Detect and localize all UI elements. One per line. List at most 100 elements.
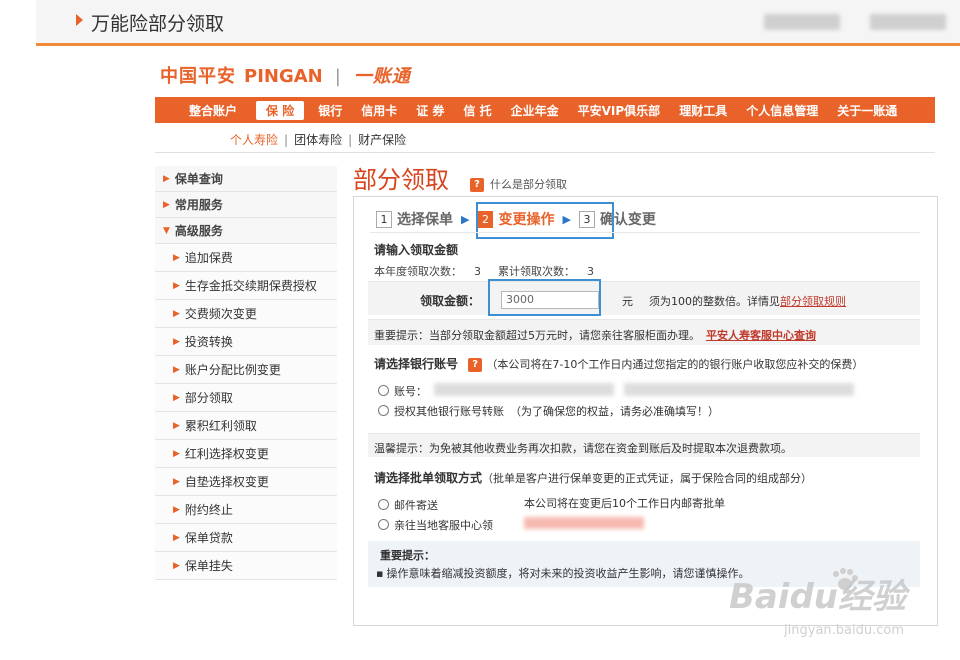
nav-item[interactable]: 企业年金 xyxy=(511,102,559,119)
sidebar-item-label: 生存金抵交续期保费授权 xyxy=(184,279,317,293)
warm-tip: 温馨提示：为免被其他收费业务再次扣款，请您在资金到账后及时提取本次退费款项。 xyxy=(374,442,792,455)
amount-section-title: 请输入领取金额 xyxy=(374,243,459,257)
nav-item[interactable]: 信用卡 xyxy=(361,102,397,119)
caret-right-icon: ▶ xyxy=(173,476,180,487)
caret-right-icon: ▶ xyxy=(173,504,180,515)
sidebar-item-label: 保单查询 xyxy=(174,172,223,186)
caret-right-icon: ▶ xyxy=(173,336,180,347)
final-notice-text: ▪ 操作意味着缩减投资额度，将对未来的投资收益产生影响，请您谨慎操作。 xyxy=(376,567,750,580)
amount-unit: 元须为100的整数倍。详情见部分领取规则 xyxy=(622,295,846,308)
sidebar-item[interactable]: ▶ 追加保费 xyxy=(155,244,337,272)
radio-local-option[interactable]: 亲往当地客服中心领 xyxy=(378,517,493,533)
caret-right-icon: ▶ xyxy=(163,199,170,210)
caret-right-icon: ▶ xyxy=(173,560,180,571)
sidebar-item[interactable]: ▶ 自垫选择权变更 xyxy=(155,468,337,496)
arrow-right-icon: ▶ xyxy=(461,212,470,226)
sidebar-item-label: 高级服务 xyxy=(174,224,223,238)
nav-item[interactable]: 平安VIP俱乐部 xyxy=(578,102,661,119)
caret-down-icon: ▼ xyxy=(163,225,170,236)
radio-other[interactable] xyxy=(378,405,389,416)
nav-item[interactable]: 理财工具 xyxy=(679,102,727,119)
sidebar-item-label: 账户分配比例变更 xyxy=(184,363,281,377)
nav-item[interactable]: 证 券 xyxy=(416,102,444,119)
caret-right-icon: ▶ xyxy=(173,308,180,319)
sub-nav: 个人寿险 | 团体寿险 | 财产保险 xyxy=(230,133,407,147)
form-panel: 1 选择保单 ▶ 2 变更操作 ▶ 3 确认变更 请输入领取金额 本年度领取次数… xyxy=(353,196,938,626)
page-title: 部分领取 xyxy=(353,166,449,194)
subnav-group[interactable]: 团体寿险 xyxy=(294,133,342,147)
sidebar-item-label: 保单挂失 xyxy=(184,559,233,573)
triangle-icon xyxy=(76,14,83,26)
final-notice-title: 重要提示： xyxy=(380,549,435,562)
bank-section-title: 请选择银行账号 ? （本公司将在7-10个工作日内通过您指定的的银行账户收取您应… xyxy=(374,357,864,372)
caret-right-icon: ▶ xyxy=(173,420,180,431)
sidebar-item[interactable]: ▶ 红利选择权变更 xyxy=(155,440,337,468)
nav-item[interactable]: 整合账户 xyxy=(189,102,237,119)
nav-item[interactable]: 保 险 xyxy=(256,100,305,120)
nav-item[interactable]: 关于一账通 xyxy=(837,102,897,119)
sidebar-item-label: 累积红利领取 xyxy=(184,419,257,433)
amount-highlight-box xyxy=(488,279,601,316)
watermark-logo: Baidu经验 xyxy=(728,577,906,617)
page-header-title: 万能险部分领取 xyxy=(91,13,225,35)
subnav-individual[interactable]: 个人寿险 xyxy=(230,133,278,147)
logo-cn: 中国平安 xyxy=(160,66,236,87)
top-header: 万能险部分领取 xyxy=(36,0,960,46)
divider xyxy=(370,232,920,233)
main-content: 部分领取 ? 什么是部分领取 1 选择保单 ▶ 2 变更操作 ▶ 3 确认变更 请… xyxy=(353,160,938,626)
sidebar-item[interactable]: ▶ 保单贷款 xyxy=(155,524,337,552)
sidebar-item[interactable]: ▶ 部分领取 xyxy=(155,384,337,412)
sidebar-item[interactable]: ▶ 投资转换 xyxy=(155,328,337,356)
radio-account[interactable] xyxy=(378,385,389,396)
blurred-user-info xyxy=(764,14,840,30)
sidebar-item[interactable]: ▶ 账户分配比例变更 xyxy=(155,356,337,384)
sidebar-item[interactable]: ▶ 附约终止 xyxy=(155,496,337,524)
sidebar-item[interactable]: ▼ 高级服务 xyxy=(155,218,337,244)
sidebar-item[interactable]: ▶ 保单挂失 xyxy=(155,552,337,580)
nav-item[interactable]: 信 托 xyxy=(463,102,491,119)
caret-right-icon: ▶ xyxy=(173,252,180,263)
important-tip: 重要提示：当部分领取金额超过5万元时，请您亲往客服柜面办理。 平安人寿客服中心查询 xyxy=(374,329,816,342)
service-center-link[interactable]: 平安人寿客服中心查询 xyxy=(706,329,816,342)
sidebar-item-label: 自垫选择权变更 xyxy=(184,475,269,489)
blurred-account-number xyxy=(434,383,614,396)
page: 万能险部分领取 中国平安 PINGAN | 一账通 整合账户 保 险银行 信用卡 证 券 信 … xyxy=(0,0,960,660)
caret-right-icon: ▶ xyxy=(173,364,180,375)
sidebar-item-label: 交费频次变更 xyxy=(184,307,257,321)
blurred-user-info-2 xyxy=(870,14,946,30)
sidebar-item-label: 部分领取 xyxy=(184,391,233,405)
nav-item[interactable]: 银行 xyxy=(318,102,342,119)
sidebar-item-label: 附约终止 xyxy=(184,503,233,517)
step-highlight-box xyxy=(476,202,614,239)
subnav-property[interactable]: 财产保险 xyxy=(358,133,406,147)
question-icon: ? xyxy=(470,178,484,192)
blurred-bank-name xyxy=(624,383,854,396)
sidebar-item[interactable]: ▶ 累积红利领取 xyxy=(155,412,337,440)
logo-sub: 一账通 xyxy=(353,66,411,87)
sidebar-item[interactable]: ▶ 常用服务 xyxy=(155,192,337,218)
rule-link[interactable]: 部分领取规则 xyxy=(780,295,846,308)
sidebar-item[interactable]: ▶ 生存金抵交续期保费授权 xyxy=(155,272,337,300)
pingan-logo[interactable]: 中国平安 PINGAN | 一账通 xyxy=(160,62,411,88)
question-icon[interactable]: ? xyxy=(468,357,483,372)
caret-right-icon: ▶ xyxy=(173,280,180,291)
caret-right-icon: ▶ xyxy=(173,392,180,403)
what-is-link[interactable]: ? 什么是部分领取 xyxy=(470,176,567,192)
radio-account-option[interactable]: 账号： xyxy=(378,383,427,399)
radio-mail-option[interactable]: 邮件寄送 xyxy=(378,497,438,513)
main-nav: 整合账户 保 险银行 信用卡 证 券 信 托 企业年金 平安VIP俱乐部 理财工具 个人信息管理… xyxy=(155,97,935,123)
caret-right-icon: ▶ xyxy=(173,448,180,459)
radio-local[interactable] xyxy=(378,519,389,530)
caret-right-icon: ▶ xyxy=(163,173,170,184)
sidebar-item[interactable]: ▶ 保单查询 xyxy=(155,166,337,192)
amount-label: 领取金额： xyxy=(420,294,481,308)
sidebar-item-label: 红利选择权变更 xyxy=(184,447,269,461)
sidebar-item[interactable]: ▶ 交费频次变更 xyxy=(155,300,337,328)
radio-mail[interactable] xyxy=(378,499,389,510)
radio-other-option[interactable]: 授权其他银行账号转账 （为了确保您的权益，请务必准确填写！） xyxy=(378,403,719,419)
sidebar-item-label: 保单贷款 xyxy=(184,531,233,545)
caret-right-icon: ▶ xyxy=(173,532,180,543)
mail-desc: 本公司将在变更后10个工作日内邮寄批单 xyxy=(524,497,725,510)
nav-item[interactable]: 个人信息管理 xyxy=(746,102,818,119)
sidebar: ▶ 保单查询 ▶ 常用服务 ▼ 高级服务 ▶ 追加保费 ▶ 生存金抵交续期保费授权 ▶ 交费频次变更 ▶… xyxy=(155,166,337,580)
